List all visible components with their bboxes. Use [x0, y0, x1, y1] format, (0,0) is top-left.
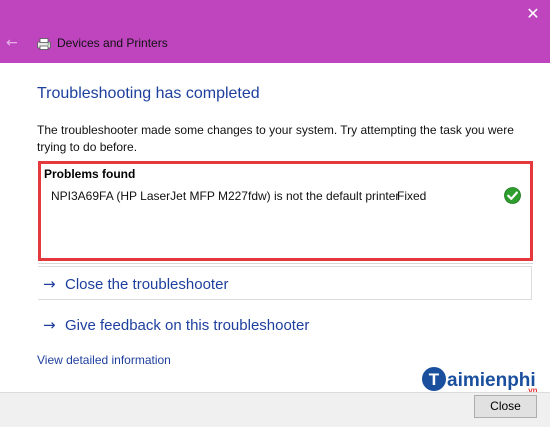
watermark-initial: T: [429, 370, 440, 389]
close-troubleshooter-label: Close the troubleshooter: [65, 276, 229, 293]
problems-found-panel: Problems found NPI3A69FA (HP LaserJet MF…: [38, 161, 533, 261]
taimienphi-watermark-logo: T aimienphi .vn: [422, 367, 538, 395]
divider: [38, 263, 533, 264]
title-bar: ✕ ← Devices and Printers: [0, 0, 550, 63]
give-feedback-label: Give feedback on this troubleshooter: [65, 317, 310, 334]
footer-bar: Close: [0, 392, 550, 427]
view-detailed-information-link[interactable]: View detailed information: [37, 353, 171, 367]
description-text: The troubleshooter made some changes to …: [37, 123, 514, 154]
window-title: Devices and Printers: [57, 36, 168, 50]
devices-printers-icon: [37, 38, 51, 50]
page-title: Troubleshooting has completed: [37, 85, 260, 102]
close-window-icon[interactable]: ✕: [522, 3, 544, 25]
close-troubleshooter-link[interactable]: → Close the troubleshooter: [38, 266, 532, 300]
problems-found-heading: Problems found: [44, 167, 136, 181]
problem-description: NPI3A69FA (HP LaserJet MFP M227fdw) is n…: [51, 189, 400, 203]
arrow-right-icon: →: [43, 316, 56, 334]
close-button[interactable]: Close: [474, 395, 537, 418]
give-feedback-link[interactable]: → Give feedback on this troubleshooter: [38, 308, 532, 342]
watermark-text: aimienphi: [447, 370, 536, 391]
arrow-right-icon: →: [43, 275, 56, 293]
problem-status: Fixed: [397, 189, 427, 203]
back-arrow-icon[interactable]: ←: [6, 35, 22, 51]
green-check-icon: [504, 187, 521, 204]
